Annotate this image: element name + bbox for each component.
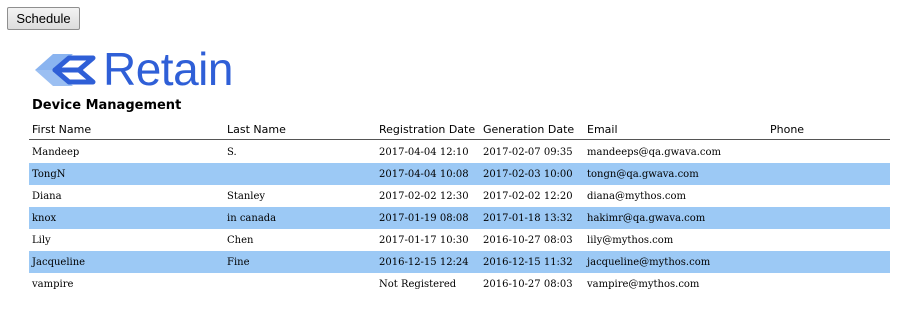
table-row[interactable]: TongN 2017-04-04 10:08 2017-02-03 10:00 … (29, 163, 890, 185)
cell-generation-date: 2017-01-18 13:32 (480, 207, 584, 229)
table-row[interactable]: Jacqueline Fine 2016-12-15 12:24 2016-12… (29, 251, 890, 273)
table-row[interactable]: Mandeep S. 2017-04-04 12:10 2017-02-07 0… (29, 140, 890, 164)
cell-registration-date: 2017-01-17 10:30 (379, 234, 469, 246)
retain-chevron-logo-icon (35, 54, 96, 86)
logo-wordmark: Retain (103, 43, 233, 95)
column-header-phone[interactable]: Phone (767, 119, 890, 140)
cell-first-name: TongN (29, 163, 224, 185)
cell-phone (767, 229, 890, 251)
table-row[interactable]: Diana Stanley 2017-02-02 12:30 2017-02-0… (29, 185, 890, 207)
cell-generation-date: 2016-12-15 11:32 (480, 251, 584, 273)
cell-registration-date: 2016-12-15 12:24 (376, 251, 480, 273)
column-header-email[interactable]: Email (584, 119, 767, 140)
cell-email: tongn@qa.gwava.com (584, 163, 767, 185)
cell-generation-date: 2017-02-03 10:00 (480, 163, 584, 185)
table-header-row: First Name Last Name Registration Date G… (29, 119, 890, 140)
cell-first-name: Mandeep (32, 146, 80, 158)
cell-generation-date: 2017-02-02 12:20 (483, 190, 573, 202)
cell-email: diana@mythos.com (587, 190, 686, 202)
cell-email: lily@mythos.com (587, 234, 674, 246)
cell-last-name: S. (227, 146, 237, 158)
cell-last-name (224, 163, 376, 185)
page-title: Device Management (32, 98, 182, 113)
cell-phone (767, 163, 890, 185)
cell-phone (767, 273, 890, 295)
cell-first-name: knox (29, 207, 224, 229)
cell-email: vampire@mythos.com (587, 278, 700, 290)
cell-first-name: vampire (32, 278, 74, 290)
cell-registration-date: Not Registered (379, 278, 457, 290)
cell-generation-date: 2016-10-27 08:03 (483, 278, 573, 290)
cell-email: jacqueline@mythos.com (584, 251, 767, 273)
cell-phone (767, 207, 890, 229)
cell-last-name: in canada (224, 207, 376, 229)
schedule-button[interactable]: Schedule (7, 7, 80, 30)
cell-first-name: Diana (32, 190, 62, 202)
cell-email: mandeeps@qa.gwava.com (587, 146, 722, 158)
column-header-registration-date[interactable]: Registration Date (376, 119, 480, 140)
device-management-page: Schedule Retain Device Management First … (0, 0, 898, 309)
table-row[interactable]: knox in canada 2017-01-19 08:08 2017-01-… (29, 207, 890, 229)
cell-generation-date: 2016-10-27 08:03 (483, 234, 573, 246)
cell-registration-date: 2017-01-19 08:08 (376, 207, 480, 229)
cell-phone (767, 251, 890, 273)
column-header-first-name[interactable]: First Name (29, 119, 224, 140)
table-row[interactable]: Lily Chen 2017-01-17 10:30 2016-10-27 08… (29, 229, 890, 251)
cell-last-name: Fine (224, 251, 376, 273)
cell-first-name: Jacqueline (29, 251, 224, 273)
cell-last-name: Chen (227, 234, 254, 246)
cell-last-name (224, 273, 376, 295)
cell-registration-date: 2017-04-04 10:08 (376, 163, 480, 185)
cell-registration-date: 2017-02-02 12:30 (379, 190, 469, 202)
retain-logo: Retain (33, 43, 233, 95)
devices-table: First Name Last Name Registration Date G… (29, 119, 890, 295)
cell-phone (767, 185, 890, 207)
cell-registration-date: 2017-04-04 12:10 (379, 146, 469, 158)
cell-last-name: Stanley (227, 190, 266, 202)
cell-generation-date: 2017-02-07 09:35 (483, 146, 573, 158)
table-row[interactable]: vampire Not Registered 2016-10-27 08:03 … (29, 273, 890, 295)
column-header-last-name[interactable]: Last Name (224, 119, 376, 140)
cell-email: hakimr@qa.gwava.com (584, 207, 767, 229)
cell-phone (767, 140, 890, 164)
cell-first-name: Lily (32, 234, 51, 246)
column-header-generation-date[interactable]: Generation Date (480, 119, 584, 140)
